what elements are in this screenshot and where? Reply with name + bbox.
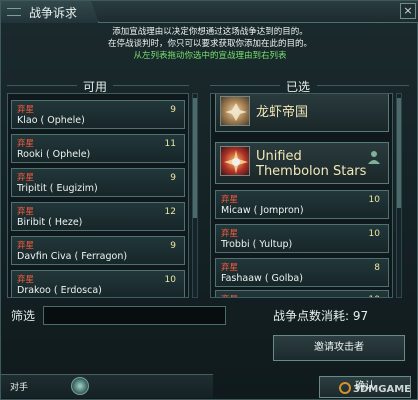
divider [7, 85, 77, 86]
divider [317, 85, 409, 86]
item-cost: 10 [368, 195, 380, 205]
list-item[interactable]: 弃星 Klao ( Ophele) 9 [11, 100, 185, 129]
description-hint: 从左列表拖动你选中的宣战理由到右列表 [133, 51, 287, 61]
divider [113, 85, 189, 86]
item-name: Drakoo ( Erdosca) [17, 285, 102, 296]
window-title: 战争诉求 [29, 6, 78, 20]
opponent-label: 对手 [10, 383, 29, 393]
invite-attackers-button[interactable]: 邀请攻击者 [273, 335, 405, 361]
list-item[interactable]: 弃星 Tripitit ( Eugizim) 9 [11, 168, 185, 197]
empire-name: 龙虾帝国 [256, 105, 309, 120]
scrollbar-thumb[interactable] [397, 98, 401, 208]
empire-emblem-icon [220, 146, 250, 176]
leader-icon [368, 151, 380, 164]
item-cost: 10 [369, 295, 380, 297]
description: 添加宣战理由以决定你想通过这场战争达到的目的。 在停战谈判时，你只可以要求获取你… [1, 26, 418, 62]
divider [210, 85, 280, 86]
title-ornament-icon [7, 8, 21, 16]
list-item[interactable]: 弃星 Micaw ( Jompron) 10 [215, 190, 389, 219]
available-list[interactable]: 弃星 Klao ( Ophele) 9 弃星 Rooki ( Ophele) 1… [7, 93, 189, 298]
filter-input[interactable] [43, 306, 226, 325]
item-category: 弃星 [17, 105, 35, 115]
selected-list[interactable]: 龙虾帝国 Unified Thembolon Stars 弃星 Micaw ( … [210, 93, 393, 298]
empire-name-line-1: Unified [256, 149, 302, 164]
watermark-logo-icon [339, 382, 352, 394]
item-cost: 11 [164, 139, 176, 149]
watermark: 3DMGAME [339, 382, 411, 395]
item-category: 弃星 [17, 241, 35, 251]
item-category: 弃星 [17, 207, 35, 217]
item-cost: 9 [170, 241, 176, 251]
item-cost: 9 [170, 105, 176, 115]
empire-group-header: Unified Thembolon Stars [215, 142, 389, 184]
list-item[interactable]: 弃星 Fashaaw ( Golba) 8 [215, 258, 389, 287]
item-category: 弃星 [17, 173, 35, 183]
item-cost: 10 [368, 229, 380, 239]
scrollbar-thumb[interactable] [193, 98, 197, 218]
available-scrollbar[interactable] [192, 93, 198, 298]
item-name: Rooki ( Ophele) [17, 149, 91, 160]
item-category: 弃星 [221, 229, 239, 239]
item-name: Biribit ( Heze) [17, 217, 83, 228]
description-line-1: 添加宣战理由以决定你想通过这场战争达到的目的。 [112, 27, 308, 37]
item-name: Micaw ( Jompron) [221, 205, 304, 216]
item-name: Tripitit ( Eugizim) [17, 183, 98, 194]
item-category: 弃星 [17, 139, 35, 149]
watermark-text: 3DMGAME [353, 384, 411, 395]
selected-scrollbar[interactable] [396, 93, 402, 298]
item-name: Trobbi ( Yultup) [221, 239, 293, 250]
list-item[interactable]: 弃星 Davfin Civa ( Ferragon) 9 [11, 236, 185, 265]
list-item[interactable]: 弃星 Drakoo ( Erdosca) 10 [11, 270, 185, 297]
war-points-cost: 战争点数消耗: 97 [273, 309, 369, 323]
list-item[interactable]: 弃星 Rooki ( Ophele) 11 [11, 134, 185, 163]
item-cost: 10 [164, 275, 176, 285]
close-button[interactable]: × [400, 3, 416, 19]
item-cost: 9 [170, 173, 176, 183]
opponent-bar: 对手 [1, 374, 213, 398]
item-category: 弃星 [221, 195, 239, 205]
title-bar: 战争诉求 × [1, 1, 418, 23]
item-name: Klao ( Ophele) [17, 115, 85, 126]
empire-emblem-icon [220, 96, 250, 126]
filter-label: 筛选 [11, 309, 36, 323]
item-cost: 12 [164, 207, 176, 217]
item-category: 弃星 [221, 263, 239, 273]
item-category: 弃星 [221, 293, 238, 297]
war-goals-window: 战争诉求 × 添加宣战理由以决定你想通过这场战争达到的目的。 在停战谈判时，你只… [0, 0, 418, 400]
list-item[interactable]: 弃星 Biribit ( Heze) 12 [11, 202, 185, 231]
empire-group-header: 龙虾帝国 [215, 94, 389, 132]
description-line-2: 在停战谈判时，你只可以要求获取你添加在此的目的。 [107, 39, 312, 49]
opponent-emblem-icon[interactable] [71, 377, 89, 395]
item-category: 弃星 [17, 275, 35, 285]
item-name: Fashaaw ( Golba) [221, 273, 303, 284]
item-name: Davfin Civa ( Ferragon) [17, 251, 128, 262]
empire-name-line-2: Thembolon Stars [256, 164, 367, 179]
list-item[interactable]: 弃星 Trobbi ( Yultup) 10 [215, 224, 389, 253]
list-item[interactable]: 弃星 10 [215, 290, 389, 297]
item-cost: 8 [374, 263, 380, 273]
